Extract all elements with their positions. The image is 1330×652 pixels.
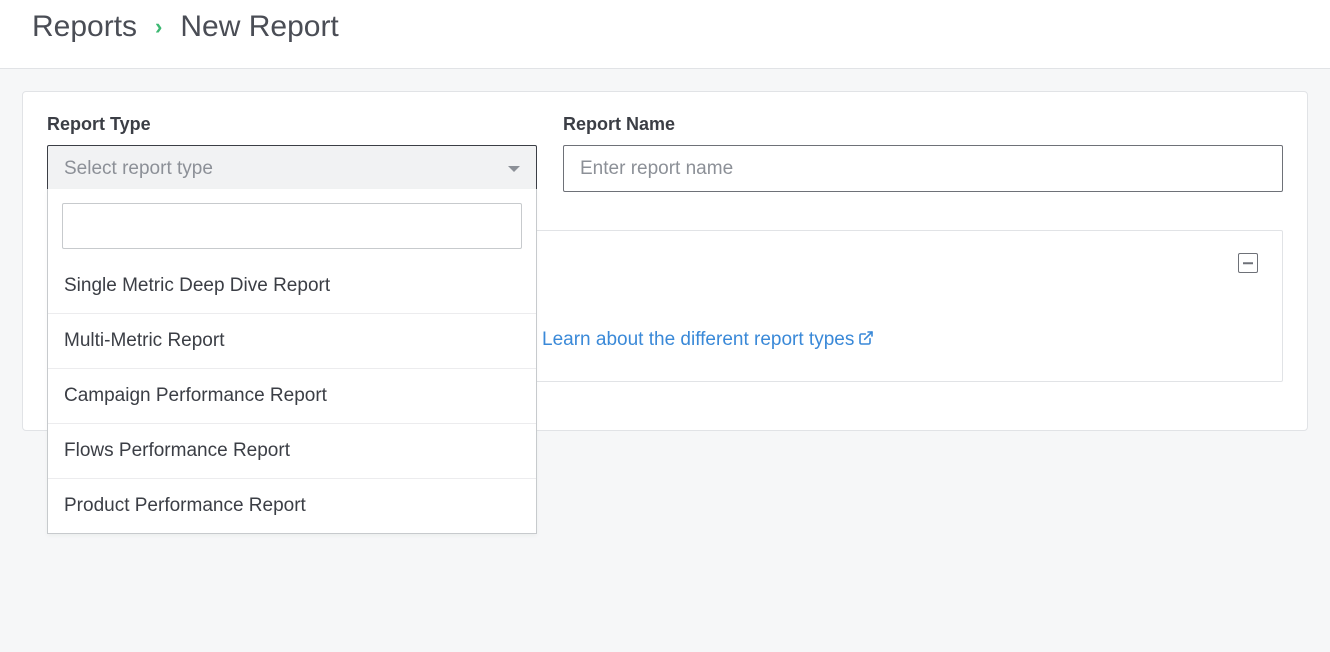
page-header: Reports › New Report <box>0 0 1330 68</box>
breadcrumb-current: New Report <box>180 10 338 44</box>
report-name-input[interactable] <box>563 145 1283 192</box>
report-card: Report Type Select report type Single Me… <box>22 91 1308 431</box>
dropdown-list: Single Metric Deep Dive Report Multi-Met… <box>48 259 536 533</box>
dropdown-item[interactable]: Multi-Metric Report <box>48 313 536 368</box>
report-name-label: Report Name <box>563 114 1283 135</box>
external-link-icon <box>858 330 874 346</box>
report-type-label: Report Type <box>47 114 537 135</box>
report-type-select[interactable]: Select report type <box>47 145 537 192</box>
dropdown-item[interactable]: Campaign Performance Report <box>48 368 536 423</box>
chevron-right-icon: › <box>155 14 162 40</box>
fields-row: Report Type Select report type Single Me… <box>47 114 1283 192</box>
dropdown-search-input[interactable] <box>62 203 522 249</box>
learn-report-types-link[interactable]: Learn about the different report types <box>542 329 874 350</box>
report-type-dropdown: Single Metric Deep Dive Report Multi-Met… <box>47 189 537 534</box>
report-type-field: Report Type Select report type Single Me… <box>47 114 537 192</box>
report-type-placeholder: Select report type <box>64 158 213 180</box>
page-body: Report Type Select report type Single Me… <box>0 68 1330 652</box>
breadcrumb-root[interactable]: Reports <box>32 10 137 44</box>
collapse-icon[interactable] <box>1238 253 1258 273</box>
dropdown-item[interactable]: Single Metric Deep Dive Report <box>48 259 536 313</box>
dropdown-item[interactable]: Flows Performance Report <box>48 423 536 478</box>
breadcrumb: Reports › New Report <box>32 10 1298 44</box>
dropdown-item[interactable]: Product Performance Report <box>48 478 536 533</box>
caret-down-icon <box>508 166 520 172</box>
dropdown-search-wrap <box>48 189 536 259</box>
report-name-field: Report Name <box>563 114 1283 192</box>
